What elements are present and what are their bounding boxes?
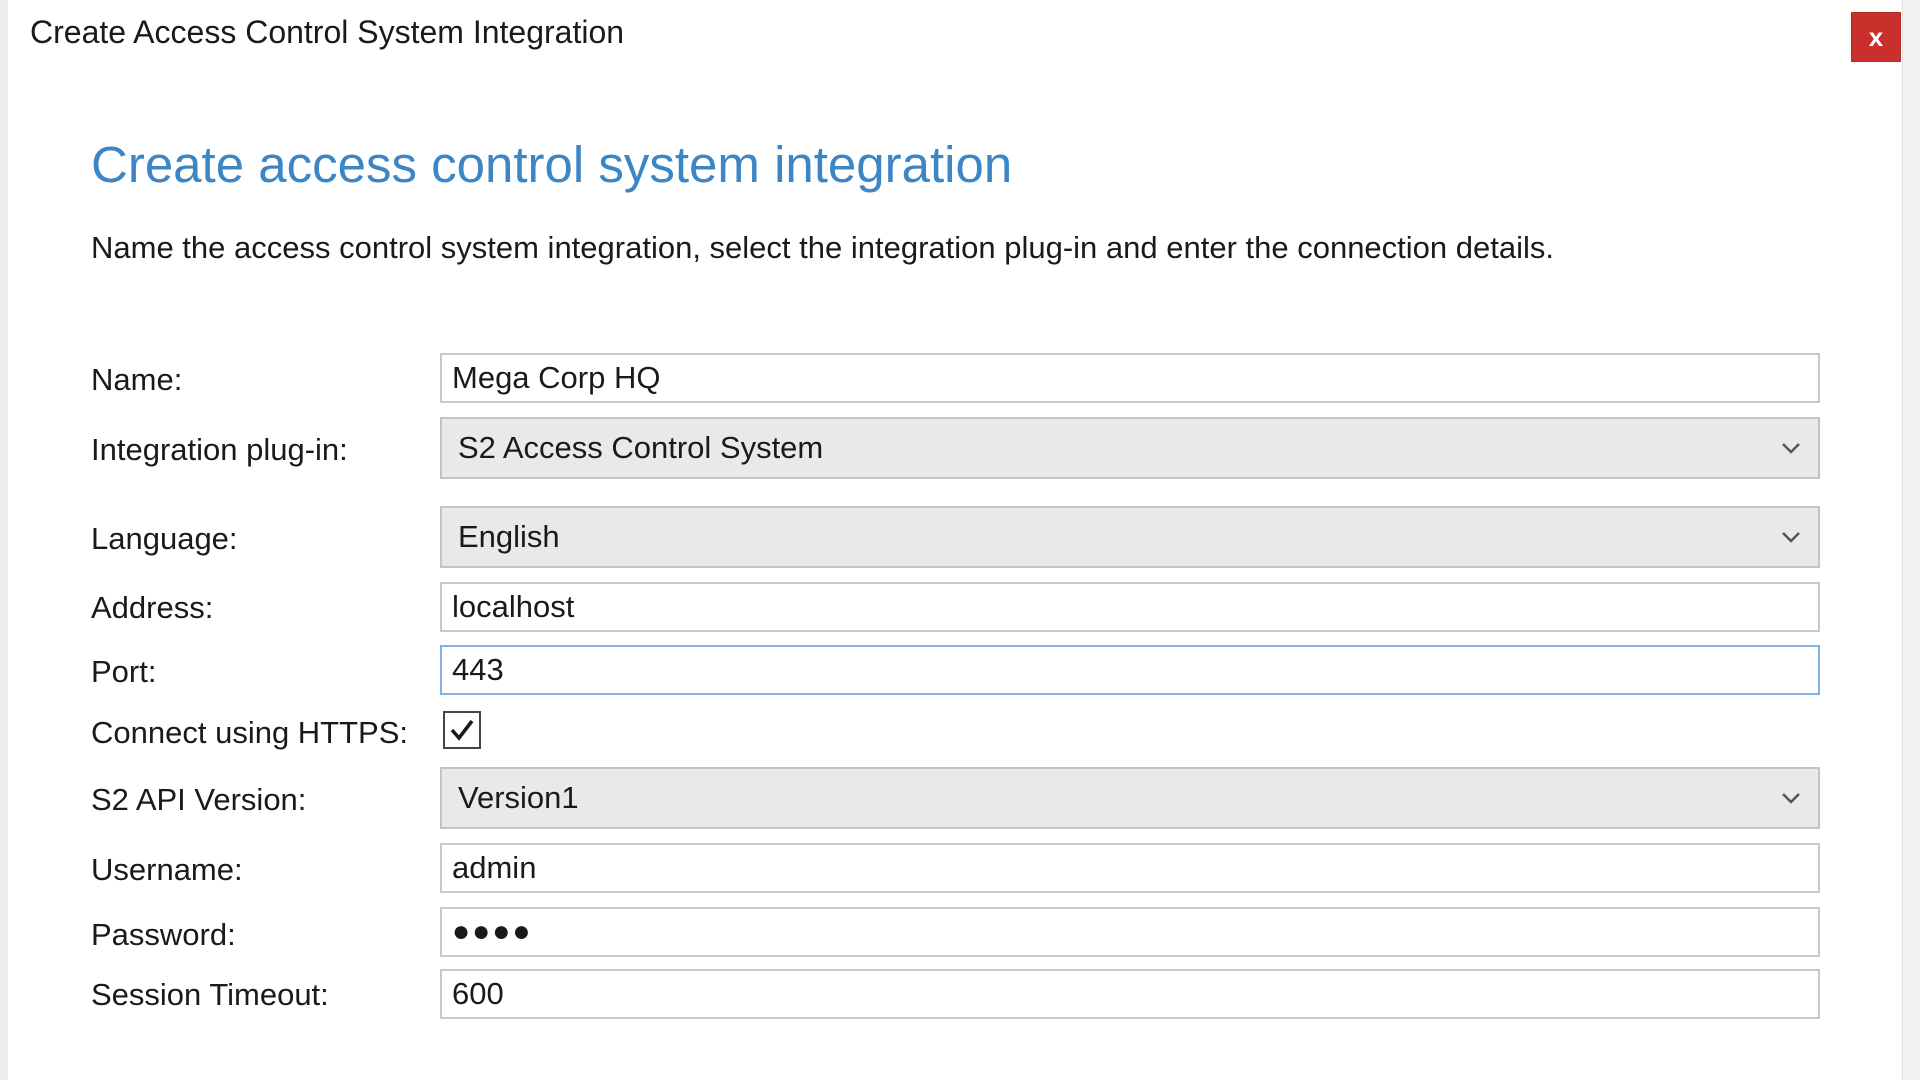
session-timeout-label: Session Timeout:: [91, 977, 329, 1012]
checkmark-icon: [450, 719, 474, 741]
window-title: Create Access Control System Integration: [30, 14, 625, 50]
password-input-value: ●●●●: [452, 915, 533, 948]
language-select[interactable]: English: [440, 506, 1820, 568]
chevron-down-icon: [1782, 532, 1800, 543]
username-label: Username:: [91, 852, 243, 887]
password-label: Password:: [91, 917, 236, 952]
address-label: Address:: [91, 590, 214, 625]
name-label: Name:: [91, 362, 183, 397]
close-button[interactable]: x: [1851, 12, 1901, 62]
language-label: Language:: [91, 521, 238, 556]
port-input-value: 443: [452, 652, 504, 687]
close-icon: x: [1868, 21, 1884, 52]
https-checkbox[interactable]: [443, 711, 481, 749]
address-input[interactable]: localhost: [440, 582, 1820, 632]
session-timeout-input-value: 600: [452, 976, 504, 1011]
username-input[interactable]: admin: [440, 843, 1820, 893]
integration-plugin-value: S2 Access Control System: [458, 430, 824, 465]
language-value: English: [458, 519, 560, 554]
window-left-border: [0, 0, 8, 1080]
username-input-value: admin: [452, 850, 537, 885]
name-input[interactable]: Mega Corp HQ: [440, 353, 1820, 403]
name-input-value: Mega Corp HQ: [452, 360, 661, 395]
window-right-border: [1902, 0, 1920, 1080]
integration-plugin-label: Integration plug-in:: [91, 432, 348, 467]
api-version-select[interactable]: Version1: [440, 767, 1820, 829]
port-input[interactable]: 443: [440, 645, 1820, 695]
page-description: Name the access control system integrati…: [91, 230, 1554, 265]
password-input[interactable]: ●●●●: [440, 907, 1820, 957]
port-label: Port:: [91, 654, 157, 689]
integration-plugin-select[interactable]: S2 Access Control System: [440, 417, 1820, 479]
api-version-value: Version1: [458, 780, 579, 815]
chevron-down-icon: [1782, 793, 1800, 804]
chevron-down-icon: [1782, 443, 1800, 454]
api-version-label: S2 API Version:: [91, 782, 307, 817]
address-input-value: localhost: [452, 589, 575, 624]
page-heading: Create access control system integration: [91, 136, 1013, 193]
dialog-window: Create Access Control System Integration…: [0, 0, 1920, 1080]
https-label: Connect using HTTPS:: [91, 715, 409, 750]
session-timeout-input[interactable]: 600: [440, 969, 1820, 1019]
